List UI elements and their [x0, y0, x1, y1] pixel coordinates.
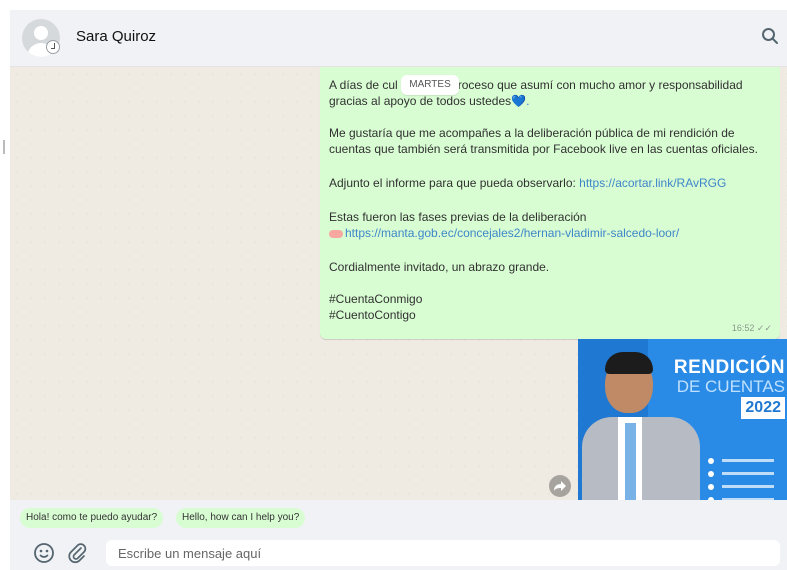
image-message[interactable]: RENDICIÓN DE CUENTAS 2022	[578, 339, 787, 500]
message-closing: Cordialmente invitado, un abrazo grande.	[329, 260, 550, 274]
message-timestamp: 16:52 ✓✓	[731, 323, 772, 333]
image-info-list	[708, 455, 786, 500]
report-link[interactable]: https://acortar.link/RAvRGG	[579, 176, 726, 190]
message-paragraph-report: Adjunto el informe para que pueda observ…	[329, 176, 727, 190]
blue-heart-emoji: 💙.	[511, 94, 530, 108]
contact-name[interactable]: Sara Quiroz	[76, 28, 156, 45]
message-composer	[10, 536, 787, 570]
outgoing-message-bubble[interactable]: A días de cul roceso que asumí con mucho …	[320, 67, 780, 339]
status-badge-icon	[46, 40, 60, 54]
chat-header: Sara Quiroz	[10, 10, 787, 67]
quick-reply-chip[interactable]: Hola! como te puedo ayudar?	[20, 508, 164, 528]
message-phases-link-line: https://manta.gob.ec/concejales2/hernan-…	[329, 225, 774, 241]
forward-button[interactable]	[549, 475, 571, 497]
message-paragraph-invite: Me gustaría que me acompañes a la delibe…	[329, 126, 758, 156]
hashtag-2: #CuentoContigo	[329, 308, 416, 322]
message-line-1: A días de cul roceso que asumí con mucho …	[329, 78, 743, 92]
image-year-badge: 2022	[741, 397, 785, 419]
paperclip-icon[interactable]	[67, 542, 87, 569]
emoji-icon[interactable]	[33, 542, 55, 569]
message-paragraph-phases: Estas fueron las fases previas de la del…	[329, 210, 587, 224]
message-input[interactable]	[106, 540, 780, 566]
quick-reply-chip[interactable]: Hello, how can I help you?	[176, 508, 306, 528]
scroll-marker	[3, 140, 5, 154]
chat-pane[interactable]: A días de cul roceso que asumí con mucho …	[10, 67, 787, 500]
hashtag-1: #CuentaConmigo	[329, 292, 423, 306]
quick-replies-bar: Hola! como te puedo ayudar? Hello, how c…	[10, 500, 787, 536]
forward-icon	[554, 481, 566, 491]
date-chip: MARTES	[401, 75, 459, 95]
image-title-line-1: RENDICIÓN	[673, 357, 785, 378]
message-line-2: gracias al apoyo de todos ustedes💙.	[329, 94, 530, 108]
image-title-line-2: DE CUENTAS	[676, 377, 785, 396]
phases-link[interactable]: https://manta.gob.ec/concejales2/hernan-…	[345, 226, 679, 240]
search-icon[interactable]	[761, 27, 779, 45]
pointing-hand-icon	[329, 229, 343, 238]
